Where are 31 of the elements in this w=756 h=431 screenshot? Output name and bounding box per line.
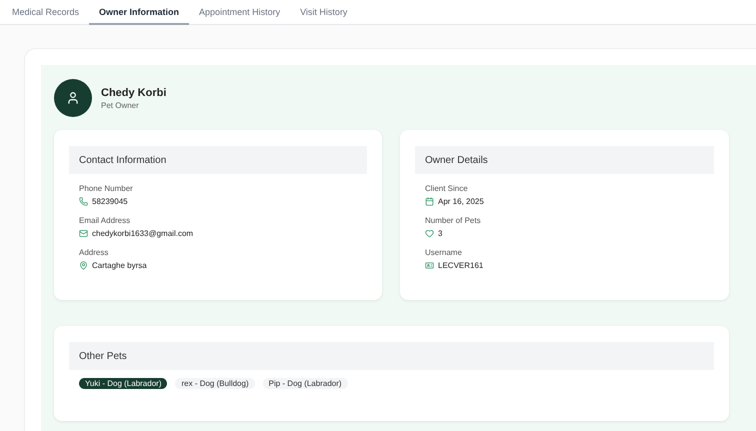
tab[interactable]: Visit History [290, 0, 358, 25]
map-pin-icon [79, 261, 88, 270]
id-card-icon [425, 261, 434, 270]
field-label: Email Address [79, 216, 132, 225]
pet-chip[interactable]: rex - Dog (Bulldog) [175, 378, 255, 389]
calendar-icon [425, 197, 434, 206]
field-value: Cartaghe byrsa [92, 261, 147, 270]
mail-icon [79, 229, 88, 238]
pet-chip[interactable]: Yuki - Dog (Labrador) [79, 378, 168, 389]
field-label: Client Since [425, 184, 469, 193]
field-value: chedykorbi1633@gmail.com [92, 229, 194, 238]
field-label: Phone Number [79, 184, 134, 193]
tab[interactable]: Owner Information [89, 0, 190, 25]
field-label: Username [425, 248, 463, 257]
user-icon [66, 91, 80, 105]
field-label: Number of Pets [425, 216, 482, 225]
field-value: LECVER161 [438, 261, 484, 270]
pet-chip[interactable]: Pip - Dog (Labrador) [262, 378, 348, 389]
card-title: Owner Details [415, 146, 714, 174]
phone-icon [79, 197, 88, 206]
field-value: Apr 16, 2025 [438, 197, 484, 206]
tab[interactable]: Medical Records [2, 0, 90, 25]
field-value: 58239045 [92, 197, 128, 206]
owner-role: Pet Owner [101, 100, 140, 110]
heart-icon [425, 229, 434, 238]
field-label: Address [79, 248, 110, 257]
field-value: 3 [438, 229, 442, 238]
tab[interactable]: Appointment History [189, 0, 290, 25]
owner-name: Chedy Korbi [101, 86, 166, 98]
card-title: Contact Information [69, 146, 367, 174]
card-title: Other Pets [69, 342, 714, 370]
